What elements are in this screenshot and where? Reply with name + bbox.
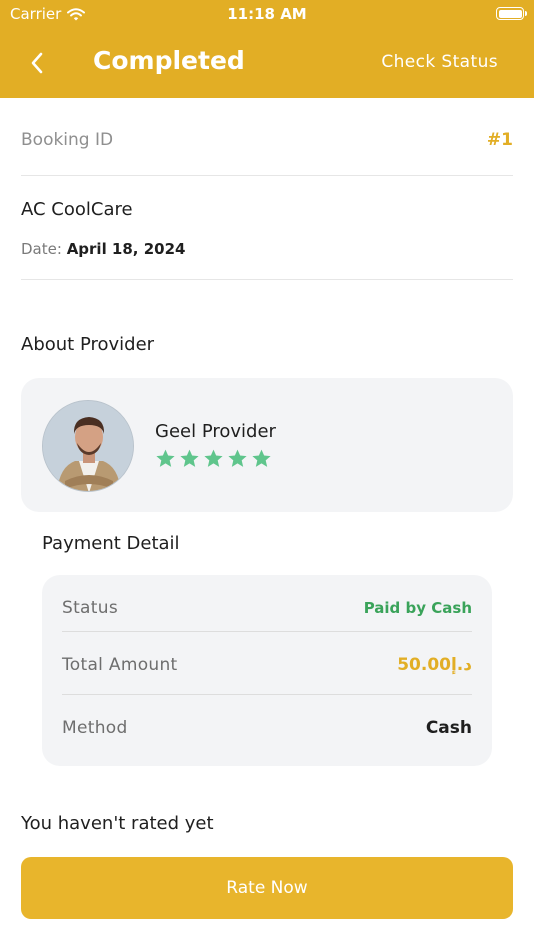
provider-name: Geel Provider bbox=[155, 421, 276, 442]
check-status-button[interactable]: Check Status bbox=[381, 52, 498, 72]
service-name: AC CoolCare bbox=[21, 199, 133, 220]
status-bar: Carrier 11:18 AM bbox=[0, 0, 534, 28]
payment-method-row: Method Cash bbox=[62, 715, 472, 741]
payment-status-value: Paid by Cash bbox=[363, 599, 472, 617]
total-amount-label: Total Amount bbox=[62, 655, 178, 675]
total-amount-row: Total Amount 50.00د.إ bbox=[62, 652, 472, 678]
star-icon bbox=[204, 449, 223, 467]
chevron-left-icon bbox=[31, 52, 43, 74]
rating-stars bbox=[155, 448, 272, 469]
date-value: April 18, 2024 bbox=[66, 240, 186, 258]
payment-method-label: Method bbox=[62, 718, 128, 738]
nav-bar: Completed Check Status bbox=[0, 40, 534, 86]
payment-status-label: Status bbox=[62, 598, 118, 618]
divider bbox=[21, 279, 513, 280]
booking-id-value: #1 bbox=[486, 130, 513, 150]
booking-id-label: Booking ID bbox=[21, 130, 114, 150]
star-icon bbox=[228, 449, 247, 467]
app-header: Carrier 11:18 AM Completed Check Status bbox=[0, 0, 534, 98]
rating-prompt: You haven't rated yet bbox=[21, 813, 214, 834]
battery-icon bbox=[496, 7, 527, 20]
payment-card: Status Paid by Cash Total Amount 50.00د.… bbox=[42, 575, 492, 766]
rate-now-button[interactable]: Rate Now bbox=[21, 857, 513, 919]
provider-card[interactable]: Geel Provider bbox=[21, 378, 513, 512]
star-icon bbox=[156, 449, 175, 467]
payment-method-value: Cash bbox=[425, 718, 472, 738]
star-icon bbox=[252, 449, 271, 467]
star-icon bbox=[180, 449, 199, 467]
total-amount-value: 50.00د.إ bbox=[397, 655, 472, 675]
clock: 11:18 AM bbox=[227, 5, 307, 23]
payment-status-row: Status Paid by Cash bbox=[62, 595, 472, 621]
booking-date: Date: April 18, 2024 bbox=[21, 240, 185, 258]
provider-photo bbox=[43, 401, 133, 491]
payment-detail-heading: Payment Detail bbox=[42, 533, 180, 554]
about-provider-heading: About Provider bbox=[21, 334, 155, 355]
avatar bbox=[42, 400, 134, 492]
back-button[interactable] bbox=[24, 48, 50, 78]
divider bbox=[21, 175, 513, 176]
divider bbox=[62, 694, 472, 695]
divider bbox=[62, 631, 472, 632]
booking-id-row: Booking ID #1 bbox=[21, 130, 513, 150]
date-label: Date: bbox=[21, 240, 62, 258]
page-title: Completed bbox=[93, 46, 245, 75]
